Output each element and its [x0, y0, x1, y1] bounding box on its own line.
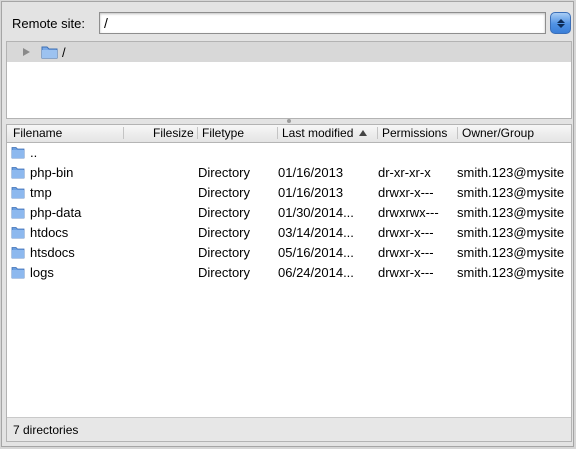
file-permissions: drwxr-x--- [378, 225, 434, 240]
status-bar: 7 directories [7, 417, 571, 441]
folder-icon [11, 186, 25, 202]
file-row[interactable]: tmp Directory 01/16/2013 drwxr-x--- smith.12… [7, 183, 571, 203]
file-name: php-bin [30, 165, 74, 180]
chevron-down-icon [556, 23, 565, 28]
folder-icon [11, 166, 25, 182]
column-divider[interactable] [457, 127, 458, 139]
column-header-filetype[interactable]: Filetype [202, 126, 244, 141]
column-header-owner-group[interactable]: Owner/Group [462, 126, 534, 141]
file-last-modified: 03/14/2014... [278, 225, 354, 240]
file-row[interactable]: htsdocs Directory 05/16/2014... drwxr-x--- s… [7, 243, 571, 263]
column-divider[interactable] [197, 127, 198, 139]
file-owner-group: smith.123@mysite [457, 245, 565, 260]
column-header-last-modified[interactable]: Last modified [282, 126, 368, 141]
file-permissions: drwxr-x--- [378, 265, 434, 280]
remote-path-dropdown-button[interactable] [550, 12, 571, 34]
file-type: Directory [198, 225, 251, 240]
file-permissions: drwxrwx--- [378, 205, 439, 220]
remote-path-input[interactable] [99, 12, 546, 34]
file-owner-group: smith.123@mysite [457, 205, 565, 220]
file-row[interactable]: .. [7, 143, 571, 163]
file-permissions: drwxr-x--- [378, 245, 434, 260]
column-header-last-modified-label: Last modified [282, 126, 354, 140]
column-divider[interactable] [377, 127, 378, 139]
file-name: php-data [30, 205, 82, 220]
tree-item-root[interactable]: / [7, 42, 571, 62]
remote-site-bar: Remote site: [2, 2, 573, 42]
file-owner-group: smith.123@mysite [457, 265, 565, 280]
file-row[interactable]: php-data Directory 01/30/2014... drwxrwx---… [7, 203, 571, 223]
tree-item-label: / [62, 45, 66, 60]
file-last-modified: 06/24/2014... [278, 265, 354, 280]
file-list-header: Filename Filesize Filetype Last modified… [7, 125, 571, 143]
folder-icon [11, 266, 25, 282]
column-header-filename[interactable]: Filename [13, 126, 62, 141]
file-row[interactable]: htdocs Directory 03/14/2014... drwxr-x--- sm… [7, 223, 571, 243]
file-last-modified: 05/16/2014... [278, 245, 354, 260]
folder-icon [11, 246, 25, 262]
file-name: logs [30, 265, 54, 280]
file-row[interactable]: logs Directory 06/24/2014... drwxr-x--- smit… [7, 263, 571, 283]
folder-icon [11, 226, 25, 242]
file-owner-group: smith.123@mysite [457, 165, 565, 180]
file-last-modified: 01/16/2013 [278, 185, 344, 200]
remote-directory-tree[interactable]: / [6, 41, 572, 119]
file-name: tmp [30, 185, 52, 200]
column-divider[interactable] [123, 127, 124, 139]
remote-file-list[interactable]: Filename Filesize Filetype Last modified… [6, 124, 572, 442]
folder-icon [11, 206, 25, 222]
sort-ascending-icon [359, 130, 368, 136]
file-name: .. [30, 145, 38, 160]
file-owner-group: smith.123@mysite [457, 185, 565, 200]
column-divider[interactable] [277, 127, 278, 139]
file-type: Directory [198, 205, 251, 220]
chevron-up-icon [556, 18, 565, 23]
file-type: Directory [198, 165, 251, 180]
file-permissions: drwxr-x--- [378, 185, 434, 200]
column-header-filesize[interactable]: Filesize [153, 126, 194, 141]
file-row[interactable]: php-bin Directory 01/16/2013 dr-xr-xr-x smit… [7, 163, 571, 183]
status-text: 7 directories [13, 423, 79, 437]
splitter-handle[interactable] [287, 119, 291, 123]
file-type: Directory [198, 265, 251, 280]
remote-site-panel: Remote site: / Filename Filesize Filetyp… [1, 1, 574, 447]
disclosure-triangle-icon[interactable] [23, 48, 30, 56]
file-name: htdocs [30, 225, 69, 240]
file-type: Directory [198, 245, 251, 260]
column-header-permissions[interactable]: Permissions [382, 126, 447, 141]
file-name: htsdocs [30, 245, 75, 260]
folder-icon [41, 46, 58, 59]
folder-icon [11, 146, 25, 162]
file-last-modified: 01/30/2014... [278, 205, 354, 220]
file-type: Directory [198, 185, 251, 200]
file-permissions: dr-xr-xr-x [378, 165, 431, 180]
file-last-modified: 01/16/2013 [278, 165, 344, 180]
remote-site-label: Remote site: [12, 16, 85, 31]
file-owner-group: smith.123@mysite [457, 225, 565, 240]
